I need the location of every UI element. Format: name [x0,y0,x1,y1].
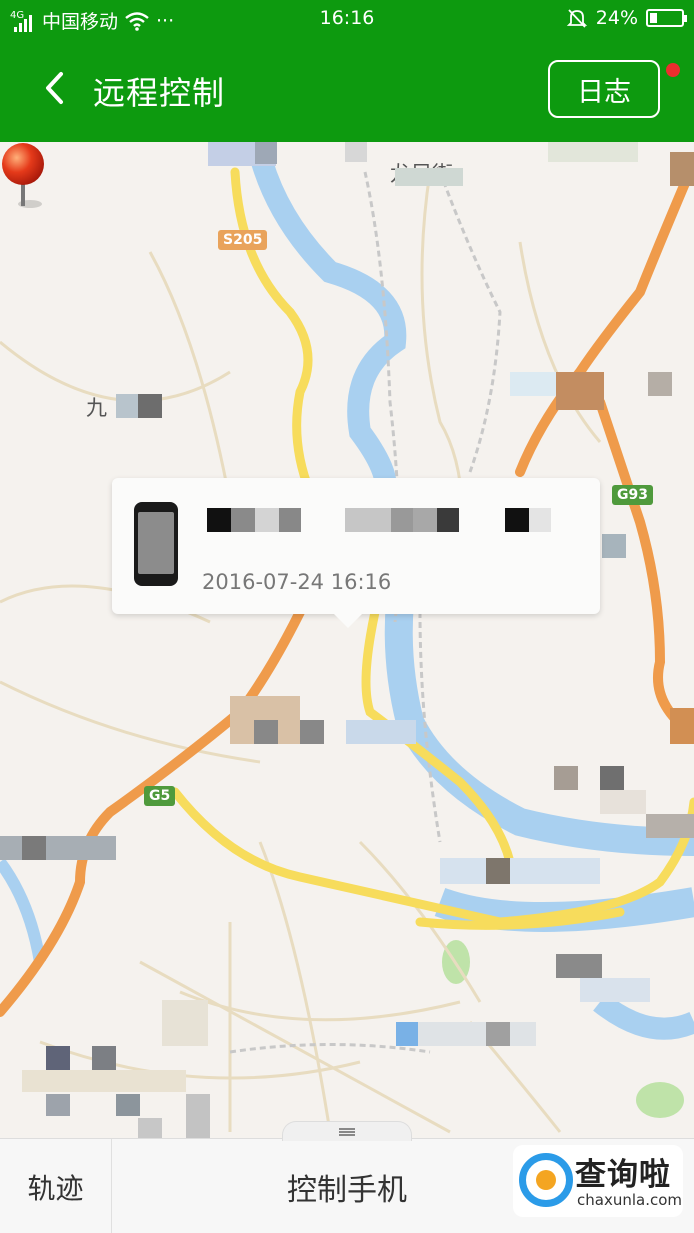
menu-lines-icon [339,1127,355,1136]
page-title: 远程控制 [93,74,226,112]
chevron-left-icon [46,72,63,104]
mute-bell-icon [566,9,587,28]
watermark: 查询啦 chaxunla.com [513,1145,683,1217]
map-view[interactable]: S205 G93 G5 龙凤街 九 [0,142,694,1138]
watermark-title: 查询啦 [575,1157,671,1193]
battery-percent: 24% [595,7,638,29]
status-bar: 4G 中国移动 ··· 16:16 24% [0,0,694,38]
phone-icon [134,502,178,586]
road-badge-s205: S205 [218,230,268,250]
back-button[interactable] [34,66,74,110]
last-location-time: 2016-07-24 16:16 [202,570,392,594]
battery-icon [646,9,687,27]
device-info-card[interactable]: 2016-07-24 16:16 [112,478,600,628]
notification-dot [666,63,680,77]
watermark-url: chaxunla.com [577,1191,682,1209]
road-badge-g5: G5 [144,786,176,806]
app-header: 4G 中国移动 ··· 16:16 24% 远程控制 日志 [0,0,694,142]
track-tab[interactable]: 轨迹 [0,1139,112,1233]
device-name-censored [207,508,551,532]
road-badge-g93: G93 [612,485,653,505]
status-right: 24% [566,7,687,29]
location-pin-icon[interactable] [0,142,48,210]
log-button[interactable]: 日志 [548,60,660,118]
magnifier-logo-icon [519,1153,573,1207]
drawer-handle[interactable] [282,1121,412,1141]
place-label-jiu: 九 [86,396,107,420]
control-phone-button[interactable]: 控制手机 [112,1139,582,1233]
